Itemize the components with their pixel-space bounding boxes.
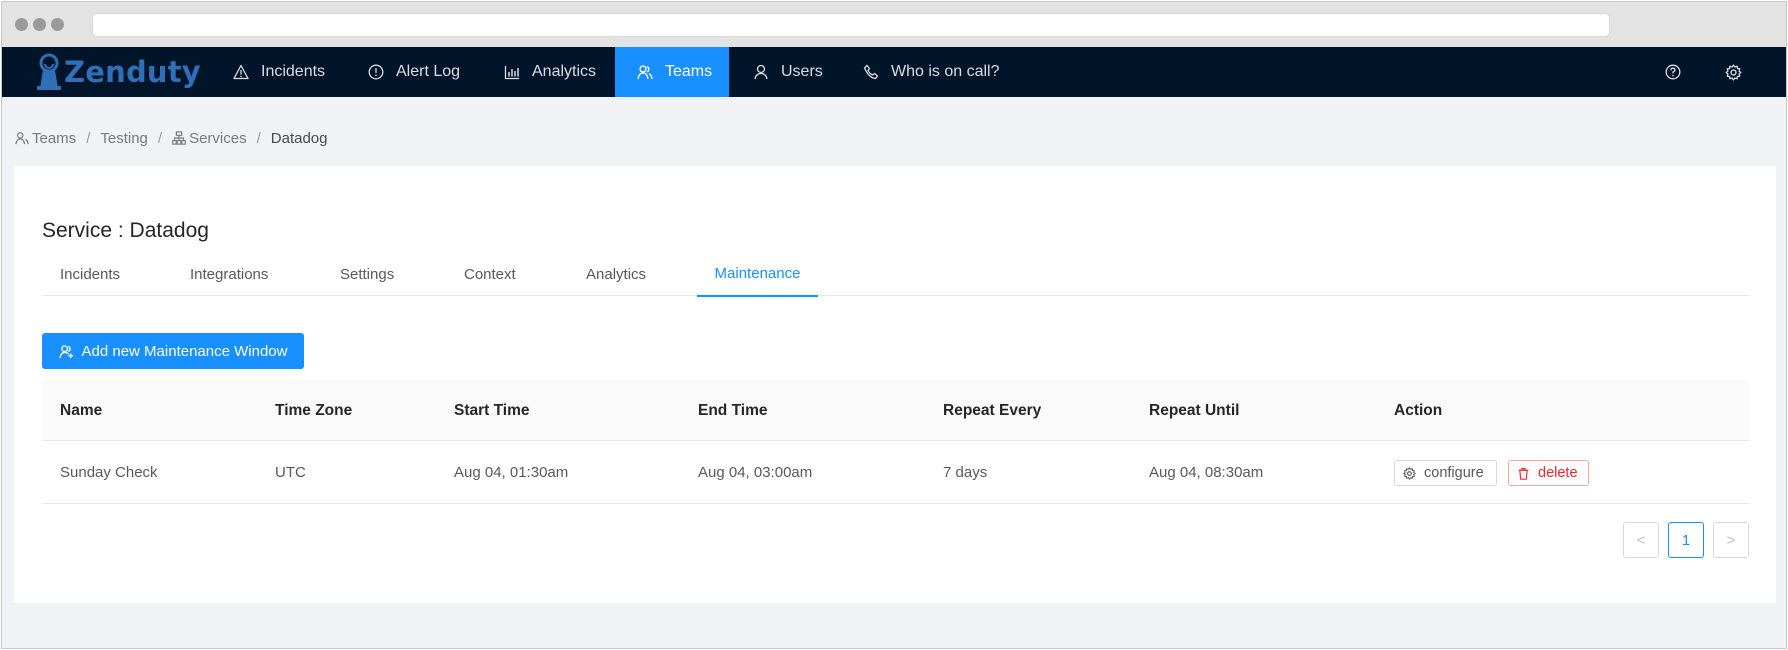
service-tabs: Incidents Integrations Settings Context … (42, 252, 1750, 297)
nav-item-teams[interactable]: Teams (615, 47, 729, 97)
user-icon (754, 64, 768, 80)
help-icon (1665, 64, 1681, 80)
breadcrumb-teams-label: Teams (32, 129, 77, 147)
zenduty-logo-icon (37, 53, 61, 90)
tab-context[interactable]: Context (464, 252, 516, 296)
breadcrumb-separator: / (157, 129, 163, 147)
info-circle-icon (368, 64, 384, 80)
settings-button[interactable] (1722, 61, 1744, 83)
cell-repeat-every: 7 days (943, 464, 988, 481)
top-navigation: Zenduty Incidents Alert Log Analytics Te… (2, 47, 1786, 97)
nav-item-label: Users (781, 63, 823, 80)
nav-item-label: Who is on call? (891, 63, 1000, 80)
window-close-dot[interactable] (15, 18, 28, 31)
breadcrumb: Teams / Testing / Services / Datadog (15, 128, 327, 148)
breadcrumb-separator: / (256, 129, 261, 147)
configure-label: configure (1424, 465, 1484, 481)
phone-icon (863, 64, 879, 80)
cell-name: Sunday Check (60, 464, 158, 481)
breadcrumb-services-label: Services (189, 129, 247, 147)
column-header-repeat-every[interactable]: Repeat Every (943, 380, 1041, 441)
tab-analytics[interactable]: Analytics (586, 252, 646, 296)
table-row: Sunday Check UTC Aug 04, 01:30am Aug 04,… (42, 441, 1750, 504)
window-minimize-dot[interactable] (33, 18, 46, 31)
nav-item-label: Analytics (532, 63, 597, 80)
pagination-page-1[interactable]: 1 (1668, 522, 1704, 558)
nav-item-label: Alert Log (396, 63, 461, 80)
team-icon (637, 65, 653, 80)
help-button[interactable] (1662, 61, 1684, 83)
column-header-name[interactable]: Name (60, 380, 102, 441)
breadcrumb-teams[interactable]: Teams (15, 130, 76, 147)
browser-window: Zenduty Incidents Alert Log Analytics Te… (1, 1, 1787, 649)
warning-icon (233, 64, 249, 80)
pagination-next-button[interactable]: > (1713, 522, 1749, 558)
tab-integrations[interactable]: Integrations (190, 252, 268, 296)
nav-item-label: Incidents (261, 63, 326, 80)
address-bar[interactable] (92, 13, 1610, 37)
nav-item-incidents[interactable]: Incidents (233, 47, 333, 97)
add-maintenance-window-button[interactable]: Add new Maintenance Window (42, 333, 304, 369)
table-header: Name Time Zone Start Time End Time Repea… (42, 380, 1750, 441)
browser-chrome (2, 2, 1786, 47)
page-title: Service : Datadog (42, 219, 209, 242)
nav-item-users[interactable]: Users (753, 47, 843, 97)
settings-icon (1724, 63, 1742, 81)
breadcrumb-team-testing[interactable]: Testing (100, 130, 148, 147)
add-maintenance-window-label: Add new Maintenance Window (81, 342, 288, 360)
settings-icon (1403, 466, 1416, 480)
column-header-repeat-until[interactable]: Repeat Until (1149, 380, 1239, 441)
column-header-time-zone[interactable]: Time Zone (275, 380, 352, 441)
services-icon (172, 131, 186, 145)
cell-start-time: Aug 04, 01:30am (454, 464, 569, 481)
breadcrumb-services[interactable]: Services (172, 130, 247, 147)
window-maximize-dot[interactable] (51, 18, 64, 31)
column-header-action: Action (1394, 401, 1443, 419)
nav-item-analytics[interactable]: Analytics (504, 47, 604, 97)
breadcrumb-current: Datadog (270, 129, 328, 147)
tab-settings[interactable]: Settings (340, 252, 394, 296)
nav-item-who-is-on-call[interactable]: Who is on call? (863, 47, 1013, 97)
logo-text: Zenduty (64, 55, 201, 89)
tab-incidents[interactable]: Incidents (60, 252, 120, 296)
delete-label: delete (1538, 465, 1578, 481)
zenduty-logo[interactable]: Zenduty (36, 52, 201, 92)
nav-item-label: Teams (665, 63, 713, 80)
team-icon (15, 132, 29, 145)
maintenance-table: Name Time Zone Start Time End Time Repea… (42, 380, 1750, 504)
column-header-end-time[interactable]: End Time (698, 380, 767, 441)
pagination-prev-button[interactable]: < (1623, 522, 1659, 558)
cell-repeat-until: Aug 04, 08:30am (1149, 464, 1264, 481)
cell-time-zone: UTC (275, 464, 306, 481)
trash-icon (1518, 467, 1529, 480)
bar-chart-icon (504, 66, 519, 80)
tab-maintenance[interactable]: Maintenance (697, 252, 818, 297)
delete-button[interactable]: delete (1508, 460, 1589, 486)
column-header-start-time[interactable]: Start Time (454, 380, 530, 441)
nav-item-alert-log[interactable]: Alert Log (368, 47, 478, 97)
cell-end-time: Aug 04, 03:00am (698, 464, 813, 481)
service-card: Service : Datadog Incidents Integrations… (14, 166, 1776, 603)
configure-button[interactable]: configure (1394, 460, 1497, 486)
breadcrumb-separator: / (86, 129, 91, 147)
add-team-icon (58, 344, 73, 358)
